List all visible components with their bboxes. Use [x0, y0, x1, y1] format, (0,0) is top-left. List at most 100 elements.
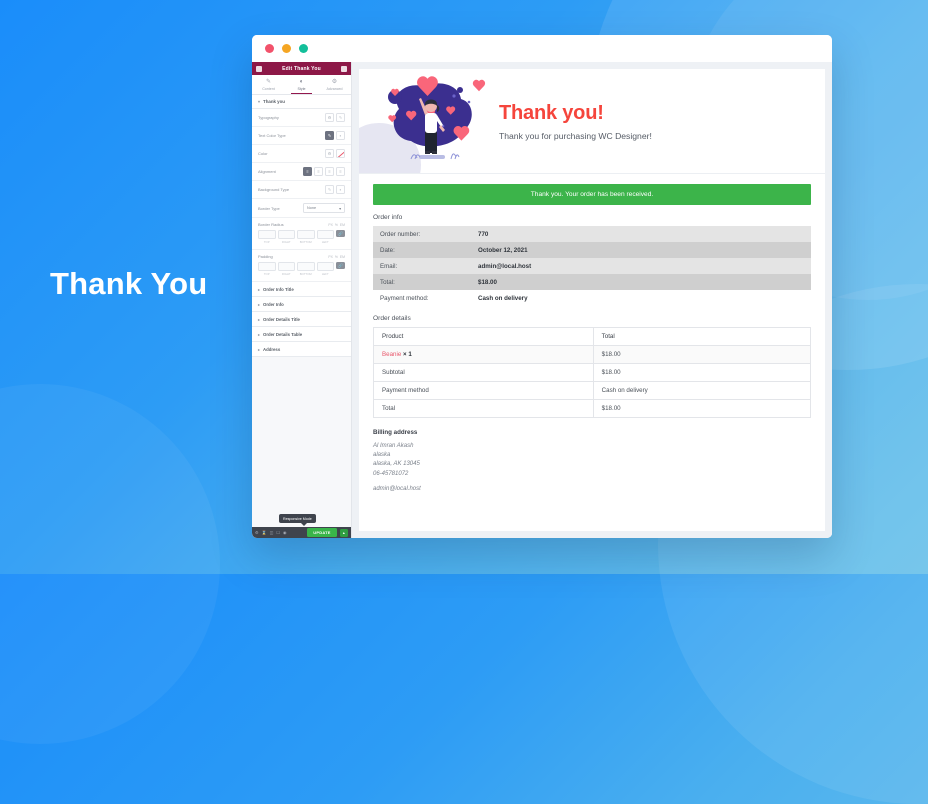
border-radius-right[interactable]: RIGHT [277, 230, 295, 244]
thank-you-page: Thank you! Thank you for purchasing WC D… [359, 69, 825, 531]
history-icon[interactable]: ⌛ [262, 530, 267, 535]
subtotal-value: $18.00 [592, 363, 812, 382]
order-number-label: Order number: [380, 230, 421, 238]
update-button[interactable]: UPDATE [307, 528, 337, 537]
chevron-down-icon: ▾ [258, 99, 261, 104]
table-row: Subtotal $18.00 [373, 363, 812, 382]
tab-style[interactable]: ◐ Style [285, 75, 318, 95]
page-title: Thank You [50, 266, 208, 301]
border-radius-top[interactable]: TOP [258, 230, 276, 244]
link-icon[interactable]: 🔗 [336, 262, 345, 269]
color-line-icon[interactable] [336, 149, 345, 158]
browser-window: Edit Thank You ✎ Content ◐ Style ⚙ Advan… [252, 35, 832, 538]
pencil-icon[interactable]: ✎ [336, 113, 345, 122]
chevron-right-icon: ▸ [258, 346, 261, 352]
accordion-address[interactable]: ▸ Address [252, 342, 351, 357]
tab-advanced[interactable]: ⚙ Advanced [318, 75, 351, 94]
padding-bottom-caption: BOTTOM [299, 272, 312, 276]
column-product: Product [373, 327, 594, 346]
billing-email: admin@local.host [373, 485, 421, 492]
sidebar-header: Edit Thank You [252, 62, 351, 75]
order-details-heading: Order details [373, 315, 411, 322]
control-text-color-type-label: Text Color Type [258, 133, 286, 138]
thank-you-hearts-illustration [359, 69, 499, 173]
gradient-icon[interactable]: ▪ [336, 185, 345, 194]
swatch-icon[interactable]: ▪ [336, 131, 345, 140]
control-color-label: Color [258, 151, 268, 156]
align-center-icon[interactable]: ≡ [314, 167, 323, 176]
pencil-icon[interactable]: ✎ [325, 131, 334, 140]
window-body: Edit Thank You ✎ Content ◐ Style ⚙ Advan… [252, 62, 832, 538]
border-type-select[interactable]: None ▾ [303, 203, 345, 213]
details-total-label: Total [373, 399, 594, 418]
control-border-type[interactable]: Border Type None ▾ [252, 199, 351, 218]
control-alignment-label: Alignment [258, 169, 276, 174]
responsive-mode-tooltip: Responsive Mode [279, 514, 316, 526]
padding-top[interactable]: TOP [258, 262, 276, 276]
order-payment-value: Cash on delivery [478, 294, 528, 302]
control-background-type[interactable]: Background Type ✎ ▪ [252, 181, 351, 199]
order-email-label: Email: [380, 262, 398, 270]
control-color[interactable]: Color ⚙ [252, 145, 351, 163]
align-justify-icon[interactable]: ≡ [336, 167, 345, 176]
accordion-order-details-table[interactable]: ▸ Order Details Table [252, 327, 351, 342]
close-dot-icon[interactable] [265, 44, 274, 53]
border-radius-left[interactable]: LEFT [316, 230, 334, 244]
border-radius-bottom[interactable]: BOTTOM [297, 230, 315, 244]
unit-percent[interactable]: % [335, 255, 338, 259]
product-link[interactable]: Beanie [382, 351, 401, 358]
sidebar-footer: ⚙ ⌛ ◫ ☐ ◉ UPDATE ▲ [252, 527, 351, 538]
order-email-value: admin@local.host [478, 262, 532, 270]
accordion-order-details-table-label: Order Details Table [263, 331, 303, 337]
padding-right[interactable]: RIGHT [277, 262, 295, 276]
unit-px[interactable]: PX [328, 223, 333, 227]
grid-icon[interactable] [340, 65, 347, 72]
unit-em[interactable]: EM [340, 255, 345, 259]
control-typography[interactable]: Typography ⚙ ✎ [252, 109, 351, 127]
border-type-value: None [307, 206, 317, 210]
settings-icon[interactable]: ⚙ [255, 530, 259, 535]
unit-px[interactable]: PX [328, 255, 333, 259]
window-titlebar [252, 35, 832, 62]
billing-address-heading: Billing address [373, 429, 418, 436]
minimize-dot-icon[interactable] [282, 44, 291, 53]
order-info-table: Order number: 770 Date: October 12, 2021… [373, 226, 811, 306]
unit-em[interactable]: EM [340, 223, 345, 227]
control-padding-label: Padding [258, 254, 273, 259]
gear-icon[interactable]: ⚙ [325, 149, 334, 158]
hero-subheading: Thank you for purchasing WC Designer! [499, 130, 652, 141]
preview-icon[interactable]: ☐ [276, 530, 280, 535]
accordion-order-details-title[interactable]: ▸ Order Details Title [252, 312, 351, 327]
align-left-icon[interactable]: ≡ [303, 167, 312, 176]
section-thank-you[interactable]: ▾ Thank you [252, 95, 351, 109]
hamburger-icon[interactable] [256, 65, 262, 72]
brush-icon[interactable]: ✎ [325, 185, 334, 194]
chevron-right-icon: ▸ [258, 301, 261, 307]
align-right-icon[interactable]: ≡ [325, 167, 334, 176]
product-total: $18.00 [592, 345, 812, 364]
responsive-icon[interactable]: ◫ [270, 530, 274, 535]
accordion-order-info[interactable]: ▸ Order Info [252, 297, 351, 312]
more-icon[interactable]: ◉ [283, 530, 287, 535]
gear-icon[interactable]: ⚙ [325, 113, 334, 122]
padding-bottom[interactable]: BOTTOM [297, 262, 315, 276]
order-total-label: Total: [380, 278, 395, 286]
page-content: Thank you. Your order has been received.… [359, 174, 825, 531]
order-received-notice: Thank you. Your order has been received. [373, 184, 811, 205]
padding-right-caption: RIGHT [281, 272, 291, 276]
accordion-order-info-title[interactable]: ▸ Order Info Title [252, 282, 351, 297]
control-text-color-type[interactable]: Text Color Type ✎ ▪ [252, 127, 351, 145]
payment-method-label: Payment method [373, 381, 594, 400]
unit-percent[interactable]: % [335, 223, 338, 227]
update-options-caret-icon[interactable]: ▲ [339, 528, 348, 537]
contrast-circle-icon: ◐ [299, 79, 304, 85]
control-background-type-label: Background Type [258, 187, 290, 192]
sidebar-tabs: ✎ Content ◐ Style ⚙ Advanced [252, 75, 351, 95]
tab-content[interactable]: ✎ Content [252, 75, 285, 94]
hero-heading: Thank you! [499, 101, 604, 124]
control-alignment[interactable]: Alignment ≡ ≡ ≡ ≡ [252, 163, 351, 181]
link-icon[interactable]: 🔗 [336, 230, 345, 237]
table-row: Date: October 12, 2021 [373, 242, 811, 258]
padding-left[interactable]: LEFT [316, 262, 334, 276]
maximize-dot-icon[interactable] [299, 44, 308, 53]
